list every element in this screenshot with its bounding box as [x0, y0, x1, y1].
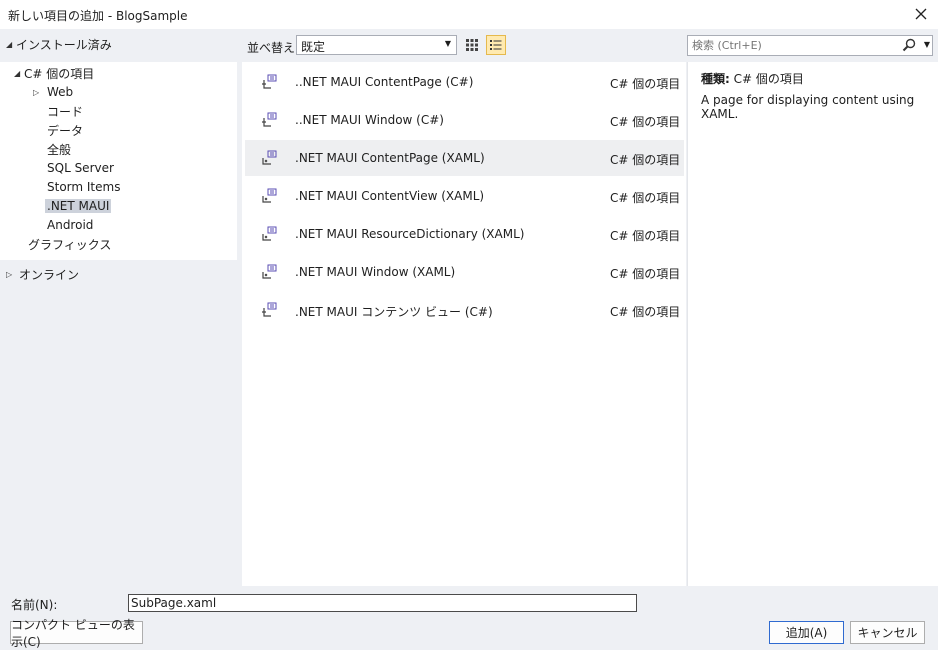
tree-node-installed[interactable]: ◢ インストール済み	[6, 35, 112, 53]
grid-view-icon	[466, 39, 478, 51]
grid-view-button[interactable]	[462, 35, 482, 55]
xaml-page-icon	[262, 226, 277, 241]
search-button[interactable]	[902, 38, 918, 54]
tree-node-csharp[interactable]: ◢ C# 個の項目	[14, 64, 94, 82]
bottom-bar: 名前(N): コンパクト ビューの表示(C) 追加(A) キャンセル	[0, 586, 938, 650]
search-options-chevron-icon[interactable]: ▼	[924, 40, 930, 49]
tree-node-online[interactable]: ▷ オンライン	[6, 265, 79, 283]
tree-node-data[interactable]: データ	[47, 121, 83, 139]
title-bar: 新しい項目の追加 - BlogSample	[0, 0, 938, 29]
list-item[interactable]: .NET MAUI コンテンツ ビュー (C#) C# 個の項目	[245, 292, 684, 328]
template-list: ..NET MAUI ContentPage (C#) C# 個の項目 ..NE…	[242, 62, 686, 586]
collapsed-triangle-icon: ▷	[33, 87, 40, 97]
search-icon	[902, 38, 916, 52]
cancel-button[interactable]: キャンセル	[850, 621, 925, 644]
list-view-icon	[490, 40, 502, 50]
csharp-page-icon	[262, 112, 277, 127]
list-item[interactable]: .NET MAUI Window (XAML) C# 個の項目	[245, 254, 684, 290]
chevron-down-icon: ▼	[444, 39, 451, 48]
expanded-triangle-icon: ◢	[14, 68, 21, 78]
sort-dropdown[interactable]: 既定 ▼	[296, 35, 457, 55]
name-input[interactable]	[128, 594, 637, 612]
detail-type: 種類: C# 個の項目	[701, 72, 804, 86]
list-item[interactable]: ..NET MAUI Window (C#) C# 個の項目	[245, 102, 684, 138]
tree-node-android[interactable]: Android	[47, 216, 93, 234]
xaml-page-icon	[262, 188, 277, 203]
collapsed-triangle-icon: ▷	[6, 269, 13, 279]
list-item[interactable]: .NET MAUI ResourceDictionary (XAML) C# 個…	[245, 216, 684, 252]
tree-node-general[interactable]: 全般	[47, 140, 71, 158]
name-label: 名前(N):	[11, 598, 58, 612]
tree-node-sql-server[interactable]: SQL Server	[47, 159, 114, 177]
template-tree: ◢ インストール済み ◢ C# 個の項目 ▷ Web コード データ 全般 SQ…	[0, 29, 237, 586]
list-toolbar: 並べ替え: 既定 ▼	[242, 29, 682, 62]
close-button[interactable]	[910, 3, 932, 25]
close-icon	[915, 8, 927, 20]
csharp-page-icon	[262, 302, 277, 317]
csharp-page-icon	[262, 74, 277, 89]
tree-node-code[interactable]: コード	[47, 102, 83, 120]
list-item[interactable]: .NET MAUI ContentPage (XAML) C# 個の項目	[245, 140, 684, 176]
tree-node-dotnet-maui[interactable]: .NET MAUI	[45, 197, 112, 215]
search-box[interactable]: ▼	[687, 35, 933, 56]
list-item[interactable]: ..NET MAUI ContentPage (C#) C# 個の項目	[245, 64, 684, 100]
add-button[interactable]: 追加(A)	[769, 621, 844, 644]
search-input[interactable]	[690, 37, 900, 54]
list-item[interactable]: .NET MAUI ContentView (XAML) C# 個の項目	[245, 178, 684, 214]
installed-section: ◢ C# 個の項目 ▷ Web コード データ 全般 SQL Server St…	[0, 62, 237, 260]
xaml-page-icon	[262, 150, 277, 165]
sort-label: 並べ替え:	[247, 41, 300, 55]
window-title: 新しい項目の追加 - BlogSample	[8, 9, 188, 23]
tree-node-web[interactable]: ▷ Web	[33, 83, 73, 101]
tree-node-graphics[interactable]: グラフィックス	[28, 235, 111, 253]
list-view-button[interactable]	[486, 35, 506, 55]
details-panel: 種類: C# 個の項目 A page for displaying conten…	[687, 62, 938, 586]
xaml-page-icon	[262, 264, 277, 279]
detail-description: A page for displaying content using XAML…	[701, 93, 915, 121]
compact-view-button[interactable]: コンパクト ビューの表示(C)	[10, 618, 143, 649]
expanded-triangle-icon: ◢	[6, 39, 13, 49]
tree-node-storm-items[interactable]: Storm Items	[47, 178, 120, 196]
